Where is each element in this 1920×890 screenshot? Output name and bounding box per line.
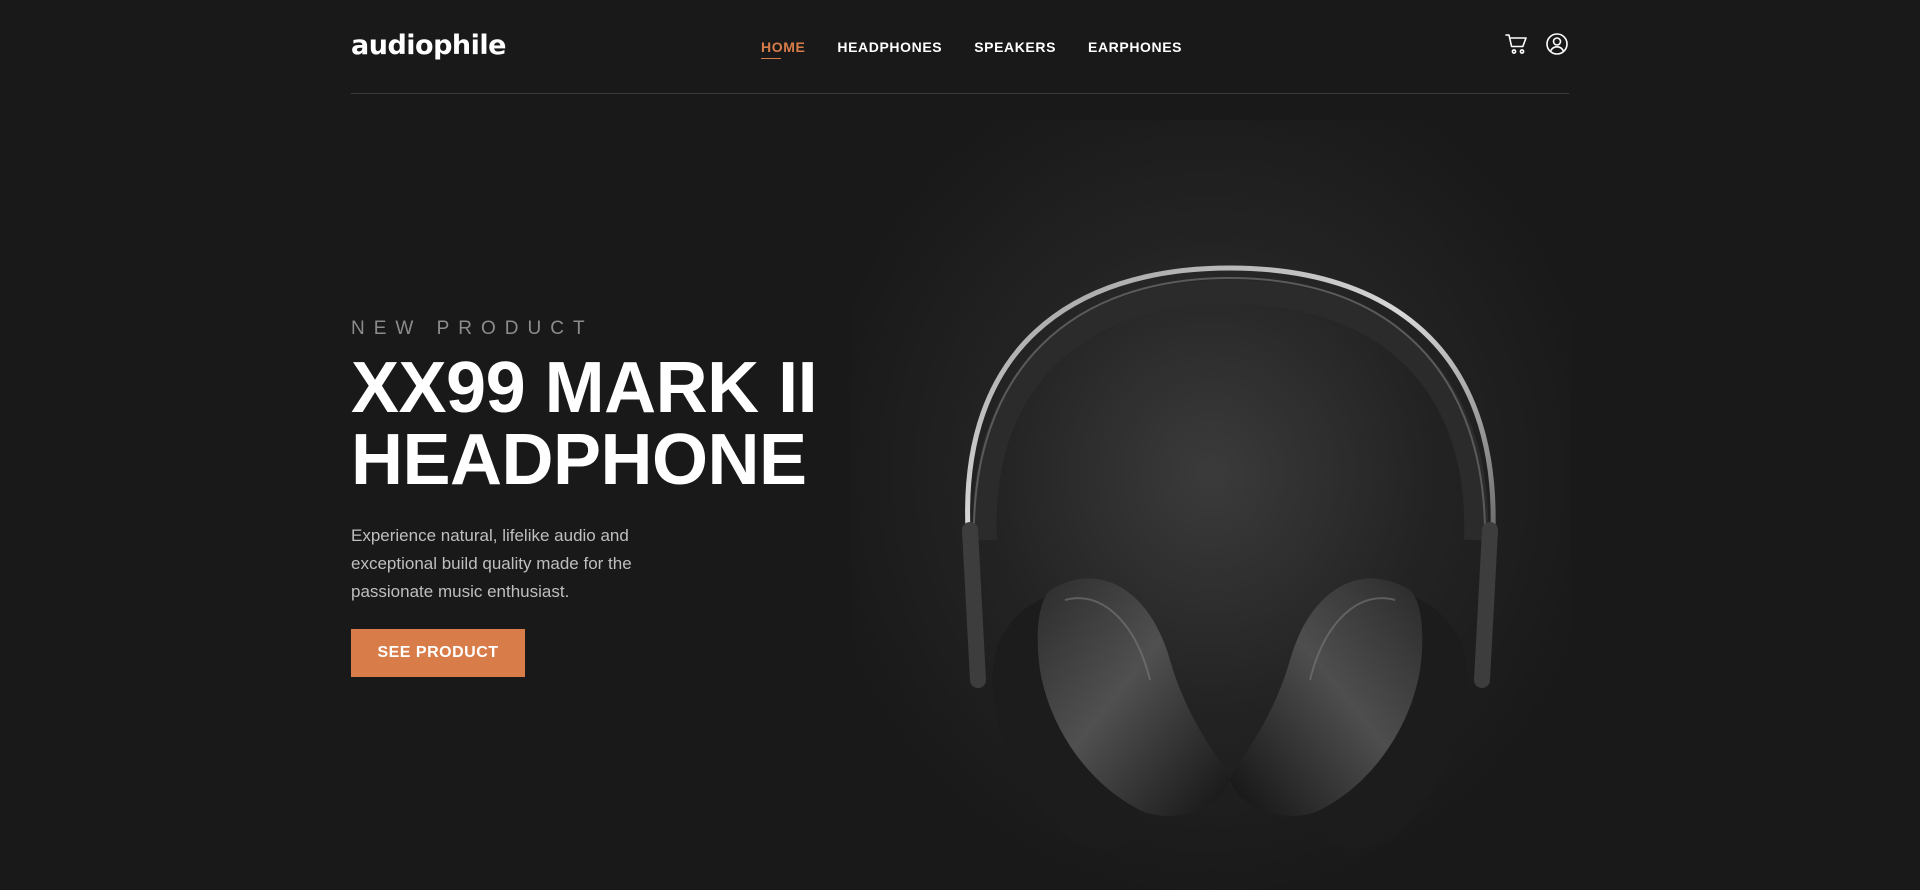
logo[interactable]: audiophile xyxy=(351,30,506,61)
cart-icon[interactable] xyxy=(1505,32,1529,56)
page: audiophile HOME HEADPHONES SPEAKERS EARP… xyxy=(0,0,1920,890)
hero-description: Experience natural, lifelike audio and e… xyxy=(351,526,632,601)
nav-link-earphones[interactable]: EARPHONES xyxy=(1088,39,1182,55)
nav-link-home[interactable]: HOME xyxy=(761,39,805,59)
hero-title: XX99 MARK II HEADPHONE xyxy=(351,352,871,496)
header-icons xyxy=(1505,32,1569,56)
nav-link-headphones[interactable]: HEADPHONES xyxy=(837,39,942,55)
user-icon[interactable] xyxy=(1545,32,1569,56)
hero-overline: NEW PRODUCT xyxy=(351,318,594,339)
hero-title-line-2: HEADPHONE xyxy=(351,420,807,500)
hero-title-line-1: XX99 MARK II xyxy=(351,348,818,428)
main-nav: HOME HEADPHONES SPEAKERS EARPHONES xyxy=(761,39,1182,59)
site-header: audiophile HOME HEADPHONES SPEAKERS EARP… xyxy=(351,0,1569,94)
see-product-button[interactable]: SEE PRODUCT xyxy=(351,629,525,677)
nav-link-speakers[interactable]: SPEAKERS xyxy=(974,39,1056,55)
hero-headphone-image xyxy=(850,120,1570,890)
